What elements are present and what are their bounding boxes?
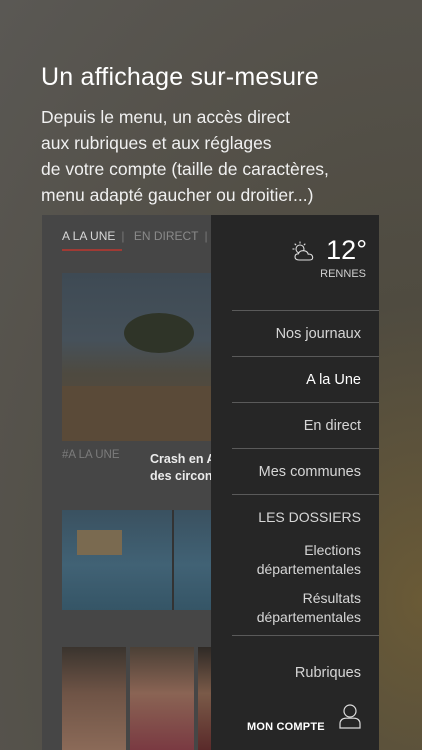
promo-title: Un affichage sur-mesure bbox=[41, 63, 319, 91]
menu-item-resultats[interactable]: Résultats départementales bbox=[232, 587, 379, 635]
menu-item-en-direct[interactable]: En direct bbox=[232, 402, 379, 448]
article-image-2[interactable] bbox=[62, 510, 212, 610]
side-menu-drawer: 12° RENNES Nos journaux A la Une En dire… bbox=[211, 215, 379, 750]
section-tabs: A LA UNE | EN DIRECT | bbox=[62, 229, 214, 243]
tab-a-la-une[interactable]: A LA UNE bbox=[62, 229, 115, 243]
menu-section-dossiers: LES DOSSIERS bbox=[232, 494, 379, 539]
drawer-menu: Nos journaux A la Une En direct Mes comm… bbox=[232, 310, 379, 681]
tab-separator-2: | bbox=[204, 229, 208, 243]
portrait-image bbox=[130, 647, 194, 750]
rubriques-label: Rubriques bbox=[294, 665, 361, 681]
article-kicker: #A LA UNE bbox=[62, 449, 120, 461]
menu-item-nos-journaux[interactable]: Nos journaux bbox=[232, 310, 379, 356]
menu-item-a-la-une[interactable]: A la Une bbox=[232, 356, 379, 402]
sign-shape bbox=[77, 530, 122, 555]
weather-city: RENNES bbox=[320, 268, 366, 280]
active-tab-indicator bbox=[62, 249, 122, 251]
promo-text: Un affichage sur-mesure Depuis le menu, … bbox=[41, 63, 412, 208]
partly-cloudy-icon bbox=[292, 241, 314, 261]
mast-shape bbox=[172, 510, 174, 610]
account-button[interactable]: MON COMPTE bbox=[247, 703, 377, 733]
tab-en-direct[interactable]: EN DIRECT bbox=[134, 229, 199, 243]
portrait-image bbox=[62, 647, 126, 750]
account-label: MON COMPTE bbox=[247, 721, 325, 733]
temperature: 12° bbox=[326, 235, 367, 265]
menu-item-mes-communes[interactable]: Mes communes bbox=[232, 448, 379, 494]
menu-item-elections[interactable]: Elections départementales bbox=[232, 539, 379, 587]
article-headline[interactable]: Crash en A des circon bbox=[150, 451, 216, 485]
promo-description: Depuis le menu, un accès direct aux rubr… bbox=[41, 107, 329, 205]
device-screen: A LA UNE | EN DIRECT | #A LA UNE Crash en … bbox=[42, 215, 379, 750]
user-icon bbox=[339, 704, 361, 729]
tree-shape bbox=[124, 313, 194, 353]
menu-item-rubriques[interactable]: Rubriques bbox=[232, 635, 379, 681]
weather-widget[interactable]: 12° bbox=[290, 235, 367, 266]
tab-separator: | bbox=[121, 229, 125, 243]
